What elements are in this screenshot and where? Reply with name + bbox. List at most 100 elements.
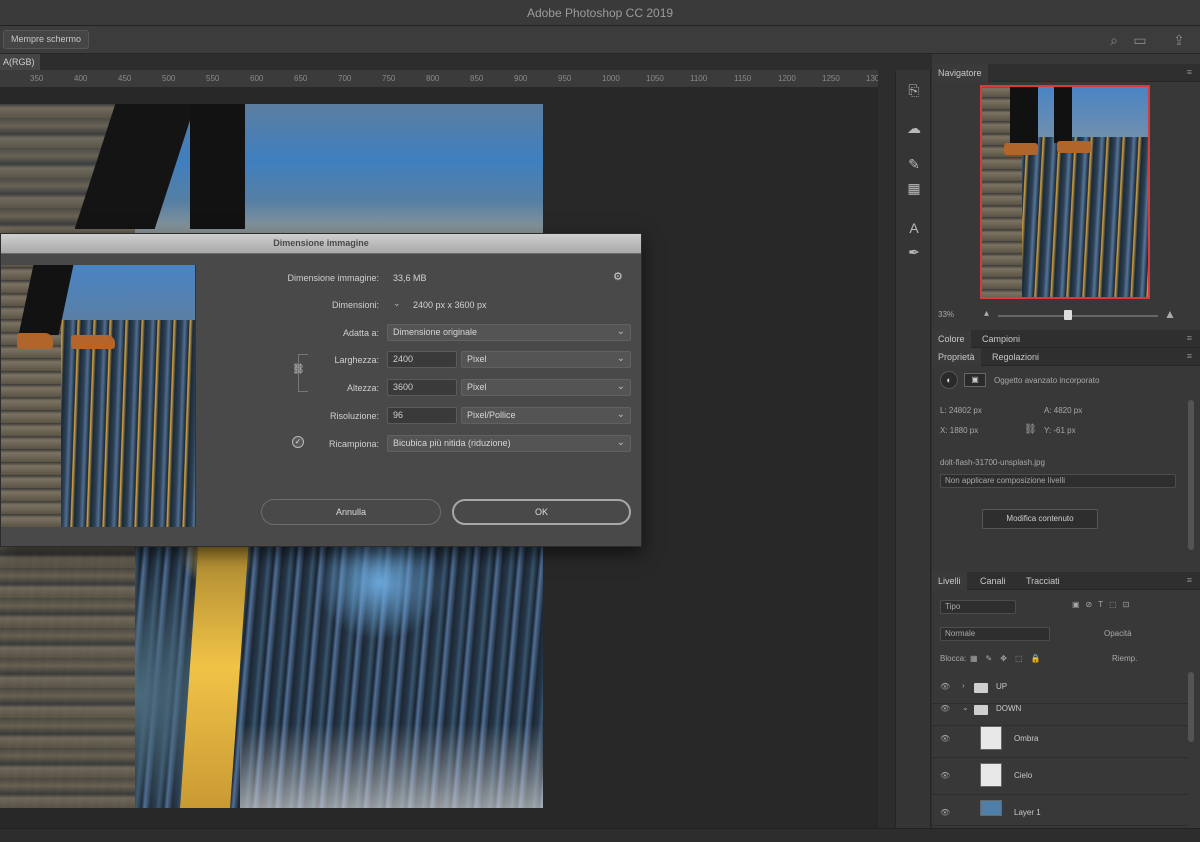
properties-scrollbar[interactable] [1188,400,1194,550]
height-input[interactable]: 3600 [387,379,457,396]
eye-icon[interactable]: 👁 [940,682,950,691]
resolution-unit-select[interactable]: Pixel/Pollice [461,407,631,424]
ruler-tick-label: 350 [30,74,44,83]
thumb-leg [1054,87,1072,143]
layer-comp-select[interactable]: Non applicare composizione livelli [940,474,1176,488]
ruler-tick-label: 750 [382,74,396,83]
link-icon[interactable]: ⛓ [1024,424,1037,435]
width-unit-select[interactable]: Pixel [461,351,631,368]
pen-icon[interactable]: ✒ [904,242,924,262]
folder-icon [974,683,988,693]
window-title: Adobe Photoshop CC 2019 [526,6,674,20]
dimensions-label: Dimensioni: [331,300,379,310]
dialog-preview[interactable] [1,265,196,527]
image-leg [190,104,245,229]
layers-scrollbar[interactable] [1188,672,1194,742]
link-icon[interactable]: ⛓ [292,364,305,375]
eye-icon[interactable]: 👁 [940,771,950,780]
layer-name: Layer 1 [1014,808,1041,817]
layer-name: Ombra [1014,734,1039,743]
zoom-out-icon[interactable]: ▴ [984,308,989,319]
brush-icon[interactable]: ✎ [904,154,924,174]
layer-row[interactable]: 👁 Cielo [932,759,1188,795]
swatches-icon[interactable]: ▦ [904,178,924,198]
ruler-tick-label: 500 [162,74,176,83]
panel-menu-icon[interactable]: ≡ [1187,333,1192,343]
tab-properties[interactable]: Proprietà [932,348,981,366]
blend-mode-select[interactable]: Normale [940,627,1050,641]
ruler-tick-label: 1250 [822,74,840,83]
resample-label: Ricampiona: [328,439,379,449]
layer-thumb-icon: ▣ [964,373,986,387]
workspace-icon[interactable]: ▭ [1131,31,1149,49]
ruler-tick-label: 1100 [690,74,708,83]
tab-adjustments[interactable]: Regolazioni [986,348,1045,366]
tab-layers[interactable]: Livelli [932,572,967,590]
properties-header: Proprietà Regolazioni ≡ [932,348,1200,366]
tab-color[interactable]: Colore [932,330,971,348]
fit-to-select[interactable]: Dimensione originale [387,324,631,341]
status-bar [0,828,1200,842]
zoom-in-icon[interactable]: ▲ [1164,307,1176,321]
tab-paths[interactable]: Tracciati [1020,572,1066,590]
lock-icons[interactable]: ▦✎✥⬚🔒 [970,654,1048,663]
image-fog [240,724,543,808]
chevron-down-icon[interactable]: ⌄ [962,703,969,712]
layer-thumbnail [980,800,1002,816]
y-readout[interactable]: Y: -61 px [1044,426,1076,435]
panel-menu-icon[interactable]: ≡ [1187,351,1192,361]
layer-filter-icons[interactable]: ▣⊘T⬚⊡ [1072,600,1135,609]
panel-menu-icon[interactable]: ≡ [1187,67,1192,77]
chevron-right-icon[interactable]: › [962,681,965,690]
ok-button[interactable]: OK [452,499,631,525]
panel-menu-icon[interactable]: ≡ [1187,575,1192,585]
tab-swatches[interactable]: Campioni [976,330,1026,348]
edit-contents-button[interactable]: Modifica contenuto [982,509,1098,529]
resample-select[interactable]: Bicubica più nitida (riduzione) [387,435,631,452]
layer-filter-input[interactable]: Tipo [940,600,1016,614]
eye-icon[interactable]: 👁 [940,734,950,743]
smart-object-label: Oggetto avanzato incorporato [994,376,1100,385]
cloud-icon[interactable]: ☁ [904,118,924,138]
width-readout[interactable]: L: 24802 px [940,406,982,415]
tool-strip: ⎘ ☁ ✎ ▦ A ✒ [895,70,931,828]
title-bar: Adobe Photoshop CC 2019 [0,0,1200,26]
tab-navigator[interactable]: Navigatore [932,64,988,82]
options-bar: Mempre schermo ⌕ ▭ ⇪ [0,26,1200,54]
height-readout[interactable]: A: 4820 px [1044,406,1082,415]
zoom-slider-track[interactable] [998,315,1158,317]
width-input[interactable]: 2400 [387,351,457,368]
chevron-down-icon[interactable]: ⌄ [393,298,401,309]
gear-icon[interactable]: ⚙ [613,270,623,283]
folder-icon [974,705,988,715]
height-unit-select[interactable]: Pixel [461,379,631,396]
tab-channels[interactable]: Canali [974,572,1012,590]
resolution-input[interactable]: 96 [387,407,457,424]
search-icon[interactable]: ⌕ [1105,31,1123,49]
layer-name: UP [996,682,1008,691]
type-icon[interactable]: A [904,218,924,238]
eye-icon[interactable]: 👁 [940,808,950,817]
dialog-title-bar[interactable]: Dimensione immagine [1,234,641,254]
history-icon[interactable]: ⎘ [904,80,924,100]
navigator-thumbnail[interactable] [980,85,1150,299]
zoom-value[interactable]: 33% [938,310,954,319]
width-label: Larghezza: [334,355,379,365]
preview-shoe [17,333,53,349]
zoom-slider-thumb[interactable] [1064,310,1072,320]
ruler-tick-label: 800 [426,74,440,83]
layers-header: Livelli Canali Tracciati ≡ [932,572,1200,590]
ruler-tick-label: 700 [338,74,352,83]
ruler-tick-label: 900 [514,74,528,83]
opacity-label: Opacità [1104,629,1132,638]
workspace-button[interactable]: Mempre schermo [3,30,90,49]
layer-row[interactable]: 👁 Layer 1 [932,796,1188,826]
document-tab[interactable]: A(RGB) [0,54,40,70]
layer-row[interactable]: 👁 Ombra [932,722,1188,758]
x-readout[interactable]: X: 1880 px [940,426,978,435]
share-icon[interactable]: ⇪ [1170,31,1188,49]
eye-icon[interactable]: 👁 [940,704,950,713]
height-label: Altezza: [346,383,379,393]
cancel-button[interactable]: Annulla [261,499,441,525]
source-file-label: dolt-flash-31700-unsplash.jpg [940,458,1045,467]
